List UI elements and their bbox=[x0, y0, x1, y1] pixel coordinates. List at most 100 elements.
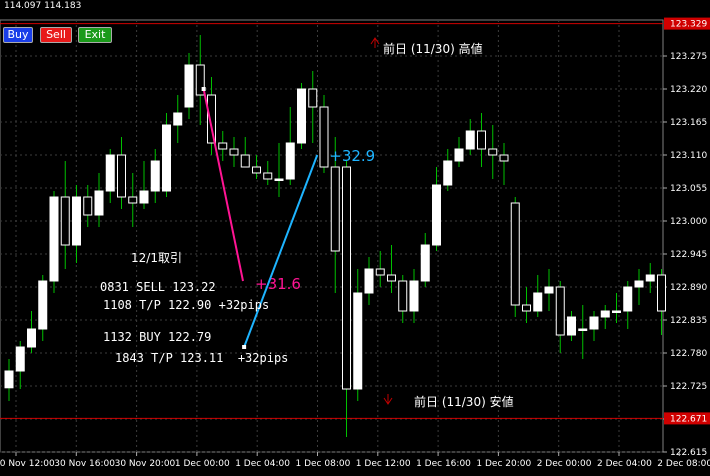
buy-button[interactable]: Buy bbox=[3, 27, 33, 43]
x-tick-label: 1 Dec 04:00 bbox=[235, 459, 290, 469]
exit-button[interactable]: Exit bbox=[78, 27, 112, 43]
x-tick-label: 2 Dec 00:00 bbox=[537, 459, 592, 469]
candle-body bbox=[342, 166, 351, 390]
candle-body bbox=[533, 292, 543, 312]
trade-entry-marker bbox=[242, 345, 247, 349]
trade-note-3: 1132 BUY 122.79 bbox=[103, 330, 212, 344]
candle-body bbox=[522, 304, 531, 312]
candle-body bbox=[544, 286, 554, 294]
y-tick-label: 123.275 bbox=[670, 52, 707, 62]
candle-body bbox=[353, 292, 363, 390]
x-tick-label: 2 Dec 04:00 bbox=[597, 459, 652, 469]
x-tick-label: 1 Dec 20:00 bbox=[476, 459, 531, 469]
y-tick-label: 123.000 bbox=[670, 217, 707, 227]
candle-body bbox=[657, 274, 666, 312]
candle-body bbox=[499, 154, 509, 162]
prev-high-label: 前日 (11/30) 高値 bbox=[383, 42, 483, 56]
candle-body bbox=[555, 286, 565, 336]
x-tick-label: 30 Nov 16:00 bbox=[54, 459, 115, 469]
candle-body bbox=[297, 88, 306, 144]
candle-body bbox=[162, 124, 171, 192]
trade-gain-label: +32.9 bbox=[329, 147, 375, 165]
candle-body bbox=[477, 130, 486, 150]
trade-note-1: 0831 SELL 123.22 bbox=[100, 280, 216, 294]
candle-body bbox=[207, 94, 216, 144]
candle-body bbox=[94, 190, 104, 216]
y-tick-label: 122.615 bbox=[670, 448, 707, 458]
candle-body bbox=[285, 142, 295, 180]
x-tick-label: 1 Dec 08:00 bbox=[296, 459, 351, 469]
candle-body bbox=[4, 370, 14, 389]
candle-body bbox=[27, 328, 36, 348]
prev-low-label: 前日 (11/30) 安値 bbox=[414, 395, 514, 409]
y-tick-label: 123.055 bbox=[670, 184, 707, 194]
candle-body bbox=[308, 88, 318, 108]
candle-body bbox=[623, 286, 633, 312]
trade-line bbox=[202, 88, 244, 282]
candle-body bbox=[330, 166, 340, 252]
candle-body bbox=[634, 280, 644, 288]
candle-body bbox=[488, 148, 498, 156]
y-tick-label: 123.165 bbox=[670, 118, 707, 128]
candle-body bbox=[578, 328, 588, 331]
trade-gain-label: +31.6 bbox=[255, 275, 301, 293]
trade-note-4: 1843 T/P 123.11 +32pips bbox=[115, 351, 289, 365]
y-tick-label: 122.890 bbox=[670, 283, 707, 293]
candle-body bbox=[139, 190, 149, 204]
candle-body bbox=[387, 274, 396, 282]
candle-body bbox=[364, 268, 374, 294]
candle-body bbox=[612, 310, 621, 313]
candle-body bbox=[398, 280, 408, 312]
down-arrow-icon bbox=[383, 394, 393, 405]
candle-body bbox=[319, 106, 329, 168]
trade-line bbox=[243, 154, 319, 348]
candle-body bbox=[150, 160, 160, 192]
candle-body bbox=[83, 196, 93, 216]
candle-body bbox=[72, 196, 81, 246]
candle-body bbox=[117, 154, 126, 198]
candle-body bbox=[432, 184, 441, 246]
candle-body bbox=[263, 172, 273, 180]
trade-entry-marker bbox=[201, 87, 206, 91]
price-readout: 114.097 114.183 bbox=[4, 1, 82, 11]
candle-body bbox=[589, 316, 599, 330]
candle-body bbox=[409, 280, 419, 312]
x-tick-label: 30 Nov 20:00 bbox=[115, 459, 176, 469]
x-tick-label: 30 Nov 12:00 bbox=[0, 459, 55, 469]
y-tick-label: 123.220 bbox=[670, 85, 707, 95]
x-tick-label: 1 Dec 16:00 bbox=[416, 459, 471, 469]
candle-body bbox=[252, 166, 261, 174]
candle-body bbox=[38, 280, 48, 330]
trade-note-2: 1108 T/P 122.90 +32pips bbox=[103, 298, 270, 312]
candle-body bbox=[105, 154, 115, 192]
candle-body bbox=[240, 154, 250, 168]
candle-body bbox=[49, 196, 59, 282]
candle-body bbox=[465, 130, 475, 150]
candle-body bbox=[600, 310, 610, 318]
candle-body bbox=[510, 202, 520, 306]
candlestick-chart: 123.275 123.220 123.165 123.110 123.055 123.0… bbox=[0, 17, 710, 469]
candle-body bbox=[567, 316, 576, 336]
candle-body bbox=[229, 148, 239, 156]
y-tick-label: 122.725 bbox=[670, 382, 707, 392]
x-tick-label: 1 Dec 00:00 bbox=[175, 459, 230, 469]
candle-body bbox=[274, 178, 284, 181]
y-tick-label: 122.945 bbox=[670, 250, 707, 260]
trade-date-label: 12/1取引 bbox=[131, 251, 182, 265]
price-level-label: 123.329 bbox=[670, 20, 707, 30]
candle-body bbox=[443, 160, 453, 186]
candle-body bbox=[420, 244, 430, 282]
candle-body bbox=[128, 196, 138, 204]
candle-body bbox=[454, 148, 464, 162]
sell-button[interactable]: Sell bbox=[40, 27, 72, 43]
x-tick-label: 1 Dec 12:00 bbox=[356, 459, 411, 469]
candle-body bbox=[15, 346, 25, 372]
candle-body bbox=[645, 274, 655, 282]
y-tick-label: 122.835 bbox=[670, 316, 707, 326]
candle-body bbox=[375, 268, 385, 276]
candle-body bbox=[218, 142, 228, 150]
price-level-label: 122.671 bbox=[670, 414, 707, 424]
y-tick-label: 122.780 bbox=[670, 349, 707, 359]
y-tick-label: 123.110 bbox=[670, 151, 707, 161]
x-tick-label: 2 Dec 08:00 bbox=[657, 459, 710, 469]
